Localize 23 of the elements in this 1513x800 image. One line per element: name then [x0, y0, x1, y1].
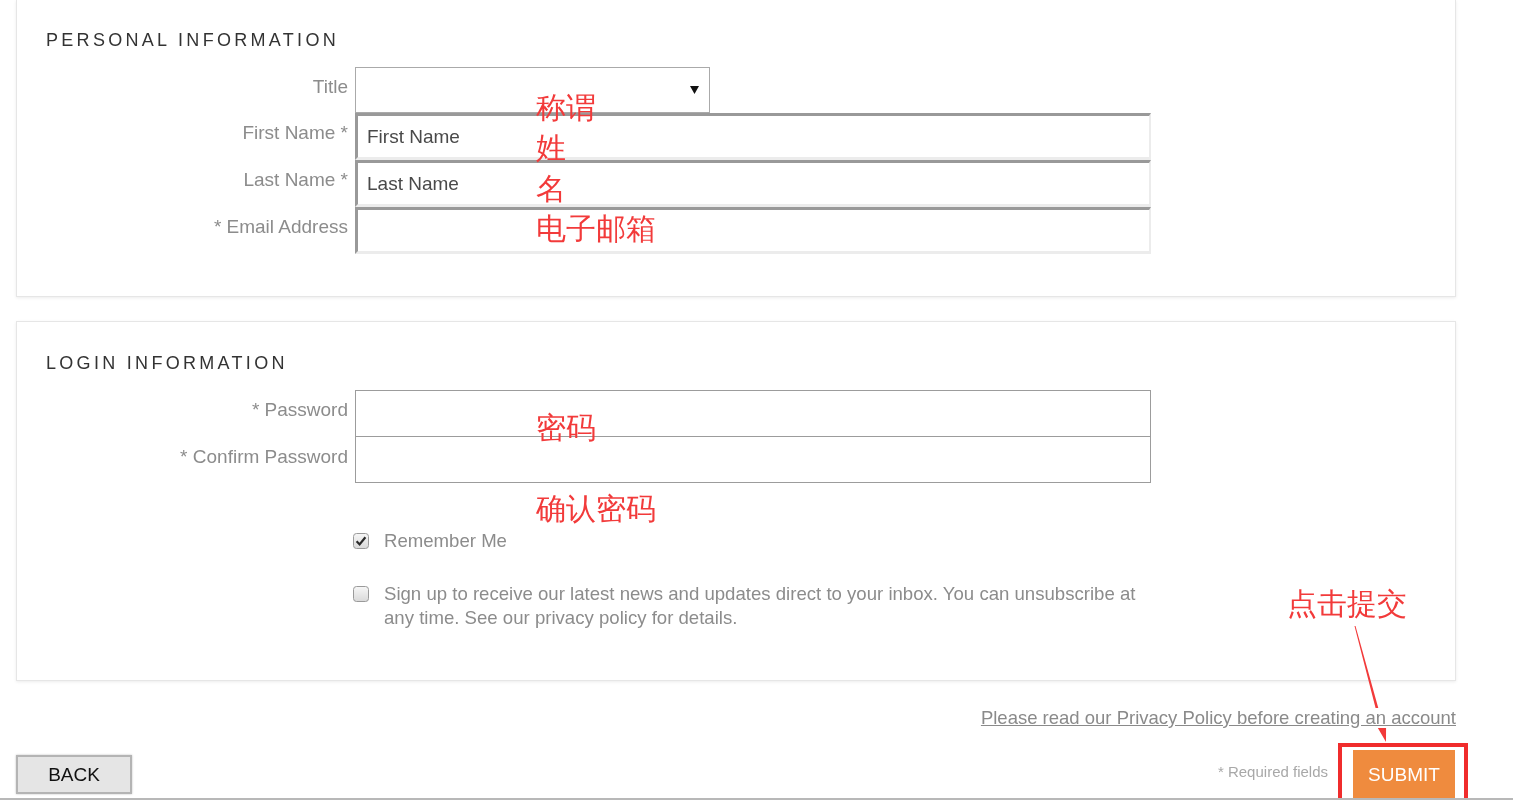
back-button[interactable]: BACK — [16, 755, 132, 794]
field-label: * Confirm Password — [179, 445, 348, 469]
field-label: * Password — [250, 398, 348, 422]
caret-icon — [690, 86, 699, 94]
field-label: Last Name * — [242, 168, 348, 192]
checkbox[interactable] — [353, 586, 369, 602]
field-label: Title — [311, 75, 348, 99]
checkbox-label: Remember Me — [384, 529, 507, 553]
checkbox-label: Sign up to receive our latest news and updates direct to your inbox. You can unsubscribe at any time. See our privacy policy for details. — [384, 582, 1137, 630]
section-title: PERSONAL INFORMATION — [46, 30, 341, 50]
annotation-text: 电子邮箱 — [536, 209, 656, 248]
section-title: LOGIN INFORMATION — [46, 353, 289, 373]
submit-button[interactable]: SUBMIT — [1353, 750, 1455, 798]
field-label: First Name * — [241, 121, 348, 145]
privacy-policy-link[interactable]: Please read our Privacy Policy before creating an account — [980, 708, 1456, 728]
field-label: * Email Address — [212, 215, 348, 239]
annotation-text: 点击提交 — [1287, 585, 1407, 623]
checkbox[interactable] — [353, 533, 369, 549]
required-note: * Required fields — [1217, 762, 1328, 782]
annotation-text: 确认密码 — [536, 490, 656, 528]
annotation-text: 名 — [536, 169, 566, 208]
annotation-text: 密码 — [536, 409, 596, 447]
text-field[interactable] — [355, 207, 1151, 254]
